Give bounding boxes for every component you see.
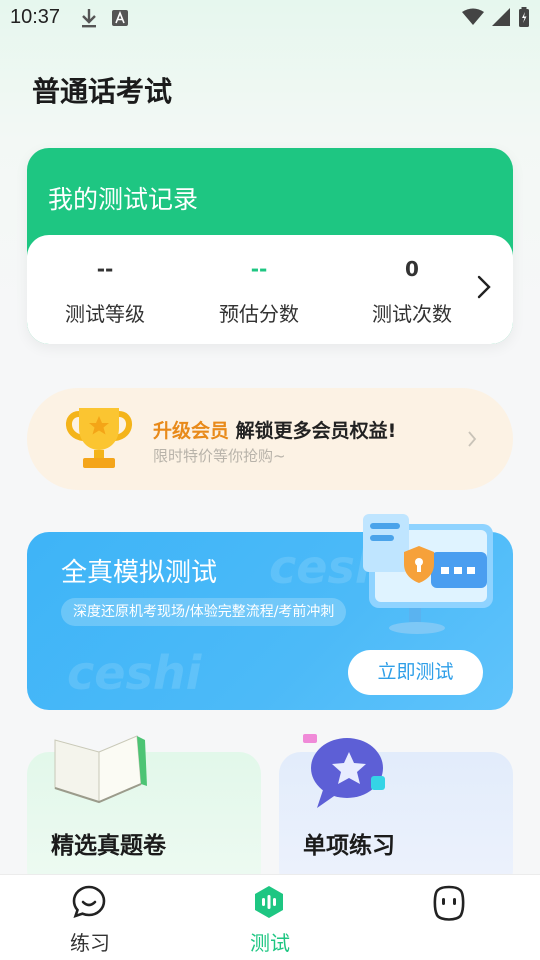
vip-headline: 升级会员 解锁更多会员权益! [153,416,396,443]
tab-practice[interactable]: 练习 [0,875,180,960]
single-practice-title: 单项练习 [303,833,395,859]
signal-icon [492,8,510,26]
record-title: 我的测试记录 [48,185,199,214]
page-title: 普通话考试 [32,75,173,108]
single-practice-card[interactable]: 单项练习 [279,734,513,892]
wifi-icon [462,8,484,25]
real-papers-title: 精选真题卷 [51,833,166,859]
start-test-button[interactable]: 立即测试 [348,650,483,695]
real-papers-card[interactable]: 精选真题卷 [27,735,261,892]
stat-count-label: 测试次数 [372,302,452,326]
status-bar: 10:37 [0,0,540,36]
test-record-card[interactable]: 我的测试记录 -- 测试等级 -- 预估分数 0 测试次数 [27,148,513,344]
bottom-tab-bar: 练习 测试 [0,874,540,960]
vip-highlight: 升级会员 [153,420,230,442]
open-book-icon [54,735,147,804]
watermark-text: ceshi [67,646,202,700]
battery-icon [519,7,529,27]
status-right-icons [462,7,530,27]
status-left-icons [80,8,128,28]
stat-score-value: -- [250,257,268,281]
star-bubble-icon [303,734,385,808]
chat-smile-icon [72,885,106,919]
download-icon [82,9,96,28]
tab-test-label: 测试 [250,931,290,955]
chevron-right-icon[interactable] [467,430,477,448]
stat-level-label: 测试等级 [65,302,145,326]
face-icon [433,885,465,921]
test-hexagon-icon [255,886,283,918]
record-stats-panel[interactable]: -- 测试等级 -- 预估分数 0 测试次数 [27,235,513,344]
chevron-right-icon[interactable] [477,275,491,299]
font-icon [112,10,128,26]
mock-exam-title: 全真模拟测试 [61,558,218,588]
stat-count-value: 0 [405,257,419,281]
mock-exam-banner[interactable]: ceshi ceshi 全真模拟测试 深度还原机考现场/体验完整流程/考前冲刺 … [27,514,513,710]
mock-exam-tag: 深度还原机考现场/体验完整流程/考前冲刺 [61,598,347,626]
stat-level-value: -- [96,257,114,281]
stat-score-label: 预估分数 [219,302,299,326]
tab-test[interactable]: 测试 [180,875,360,960]
tab-practice-label: 练习 [70,931,110,955]
secure-monitor-icon [363,514,493,634]
trophy-icon [66,408,132,468]
vip-upgrade-banner[interactable]: 升级会员 解锁更多会员权益! 限时特价等你抢购~ [27,388,513,490]
status-time: 10:37 [10,6,61,28]
vip-text: 解锁更多会员权益! [229,420,397,442]
tab-profile[interactable] [360,875,540,960]
vip-subtext: 限时特价等你抢购~ [153,447,286,465]
